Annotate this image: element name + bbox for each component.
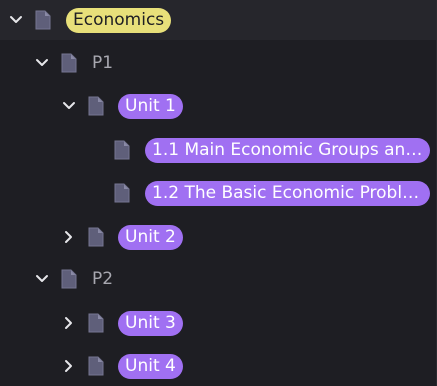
tree-item-label: Economics bbox=[66, 8, 172, 33]
document-icon bbox=[87, 96, 105, 116]
tree-item-label: 1.1 Main Economic Groups and Factors of … bbox=[145, 138, 430, 163]
chevron-right-icon[interactable] bbox=[61, 313, 77, 333]
tree-item-p1[interactable]: P1 bbox=[0, 43, 436, 83]
tree-item-label: Unit 1 bbox=[118, 94, 183, 119]
tree-item-unit-2[interactable]: Unit 2 bbox=[0, 217, 436, 257]
tree-item-1-1[interactable]: 1.1 Main Economic Groups and Factors of … bbox=[0, 130, 436, 170]
tree-item-label: P2 bbox=[92, 269, 114, 289]
tree-item-1-2[interactable]: 1.2 The Basic Economic Problem bbox=[0, 173, 436, 213]
document-icon bbox=[113, 183, 131, 203]
tree-item-unit-3[interactable]: Unit 3 bbox=[0, 303, 436, 343]
document-icon bbox=[34, 10, 52, 30]
chevron-down-icon[interactable] bbox=[34, 53, 50, 73]
document-icon bbox=[60, 53, 78, 73]
tree-item-label: Unit 2 bbox=[118, 225, 183, 250]
document-icon bbox=[113, 140, 131, 160]
tree-item-economics[interactable]: Economics bbox=[0, 0, 436, 40]
tree-item-label: 1.2 The Basic Economic Problem bbox=[145, 181, 430, 206]
document-icon bbox=[87, 356, 105, 376]
document-icon bbox=[60, 269, 78, 289]
tree-item-label: P1 bbox=[92, 53, 114, 73]
chevron-down-icon[interactable] bbox=[34, 269, 50, 289]
document-icon bbox=[87, 227, 105, 247]
chevron-right-icon[interactable] bbox=[61, 356, 77, 376]
tree-item-p2[interactable]: P2 bbox=[0, 259, 436, 299]
tree-item-label: Unit 4 bbox=[118, 354, 183, 379]
tree-item-unit-1[interactable]: Unit 1 bbox=[0, 86, 436, 126]
tree-item-label: Unit 3 bbox=[118, 311, 183, 336]
file-tree: Economics P1 Unit 1 1.1 Main Economic Gr… bbox=[0, 0, 437, 386]
chevron-down-icon[interactable] bbox=[61, 96, 77, 116]
document-icon bbox=[87, 313, 105, 333]
chevron-down-icon[interactable] bbox=[8, 10, 24, 30]
tree-item-unit-4[interactable]: Unit 4 bbox=[0, 346, 436, 386]
chevron-right-icon[interactable] bbox=[61, 227, 77, 247]
